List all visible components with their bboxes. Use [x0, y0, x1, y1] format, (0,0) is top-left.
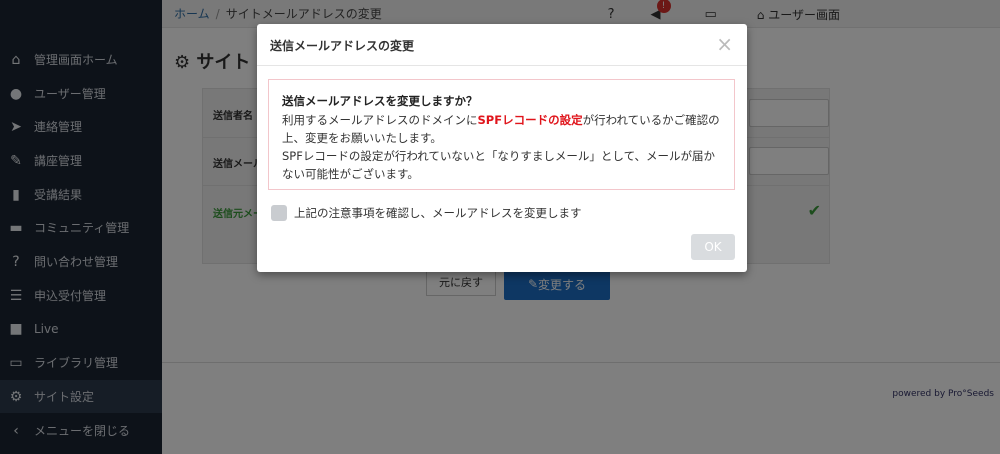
confirm-row: 上記の注意事項を確認し、メールアドレスを変更します [271, 205, 582, 221]
alert-text-part: SPFレコードの設定が行われていないと「なりすましメール」として、メールが届か [282, 149, 716, 163]
alert-text-part: 上、変更をお願いいたします。 [282, 131, 442, 145]
close-icon[interactable]: × [716, 32, 733, 56]
alert-heading: 送信メールアドレスを変更しますか？ [282, 94, 478, 108]
ok-button[interactable]: OK [691, 234, 735, 260]
confirm-label[interactable]: 上記の注意事項を確認し、メールアドレスを変更します [294, 205, 582, 221]
confirm-checkbox[interactable] [271, 205, 287, 221]
alert-body: 利用するメールアドレスのドメインにSPFレコードの設定が行われているかご確認の … [282, 111, 721, 183]
change-email-modal: 送信メールアドレスの変更 × 送信メールアドレスを変更しますか？ 利用するメール… [257, 24, 747, 272]
modal-title: 送信メールアドレスの変更 [270, 39, 415, 53]
alert-text-part: が行われているかご確認の [582, 113, 720, 127]
warning-alert: 送信メールアドレスを変更しますか？ 利用するメールアドレスのドメインにSPFレコ… [268, 79, 735, 190]
modal-header: 送信メールアドレスの変更 × [257, 24, 747, 66]
alert-text-part: ない可能性がございます。 [282, 167, 419, 181]
alert-text-part: 利用するメールアドレスのドメインに [282, 113, 478, 127]
spf-highlight: SPFレコードの設定 [477, 113, 583, 127]
